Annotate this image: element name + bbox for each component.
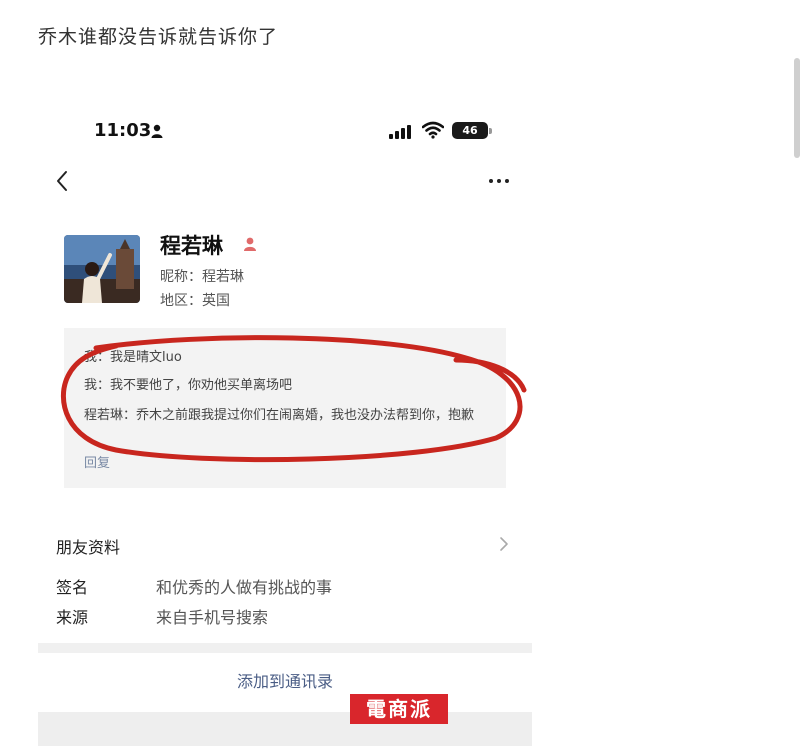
message-line: 程若琳：乔木之前跟我提过你们在闹离婚，我也没办法帮到你，抱歉 — [84, 408, 475, 423]
bottom-area — [38, 712, 532, 746]
post-caption: 乔木谁都没告诉就告诉你了 — [38, 26, 279, 48]
more-options-icon[interactable] — [484, 168, 514, 194]
battery-tip — [489, 128, 492, 134]
page-scrollbar[interactable] — [794, 58, 800, 158]
contact-name: 程若琳 — [160, 234, 223, 258]
source-value: 来自手机号搜索 — [156, 608, 269, 627]
phone-screenshot: 11:03 46 程若琳 昵称：程若琳 地区：英国 我：我是晴文luo 我：我不… — [38, 100, 532, 746]
contact-region: 地区：英国 — [160, 293, 230, 309]
signature-row: 签名 和优秀的人做有挑战的事 — [38, 574, 532, 602]
status-time: 11:03 — [94, 120, 152, 141]
chevron-right-icon — [500, 537, 508, 551]
watermark-logo: 電商派 — [350, 694, 448, 724]
friend-info-row[interactable]: 朋友资料 — [38, 524, 532, 564]
message-line: 我：我是晴文luo — [84, 350, 182, 365]
section-divider — [38, 643, 532, 653]
verification-messages: 我：我是晴文luo 我：我不要他了，你劝他买单离场吧 程若琳：乔木之前跟我提过你… — [64, 328, 506, 488]
person-icon — [151, 124, 163, 138]
friend-info-label: 朋友资料 — [56, 538, 121, 557]
contact-nickname: 昵称：程若琳 — [160, 269, 244, 285]
female-gender-icon — [244, 237, 256, 251]
battery-icon: 46 — [452, 122, 488, 139]
signal-icon — [389, 125, 411, 139]
source-label: 来源 — [56, 608, 89, 627]
avatar[interactable] — [64, 235, 140, 303]
message-line: 我：我不要他了，你劝他买单离场吧 — [84, 378, 293, 393]
signature-label: 签名 — [56, 578, 89, 597]
signature-value: 和优秀的人做有挑战的事 — [156, 578, 333, 597]
status-bar: 11:03 46 — [38, 120, 532, 144]
reply-link[interactable]: 回复 — [84, 452, 110, 471]
wifi-icon — [422, 121, 444, 139]
source-row: 来源 来自手机号搜索 — [38, 604, 532, 632]
back-icon[interactable] — [52, 168, 72, 194]
add-to-contacts-button[interactable]: 添加到通讯录 — [38, 668, 532, 692]
